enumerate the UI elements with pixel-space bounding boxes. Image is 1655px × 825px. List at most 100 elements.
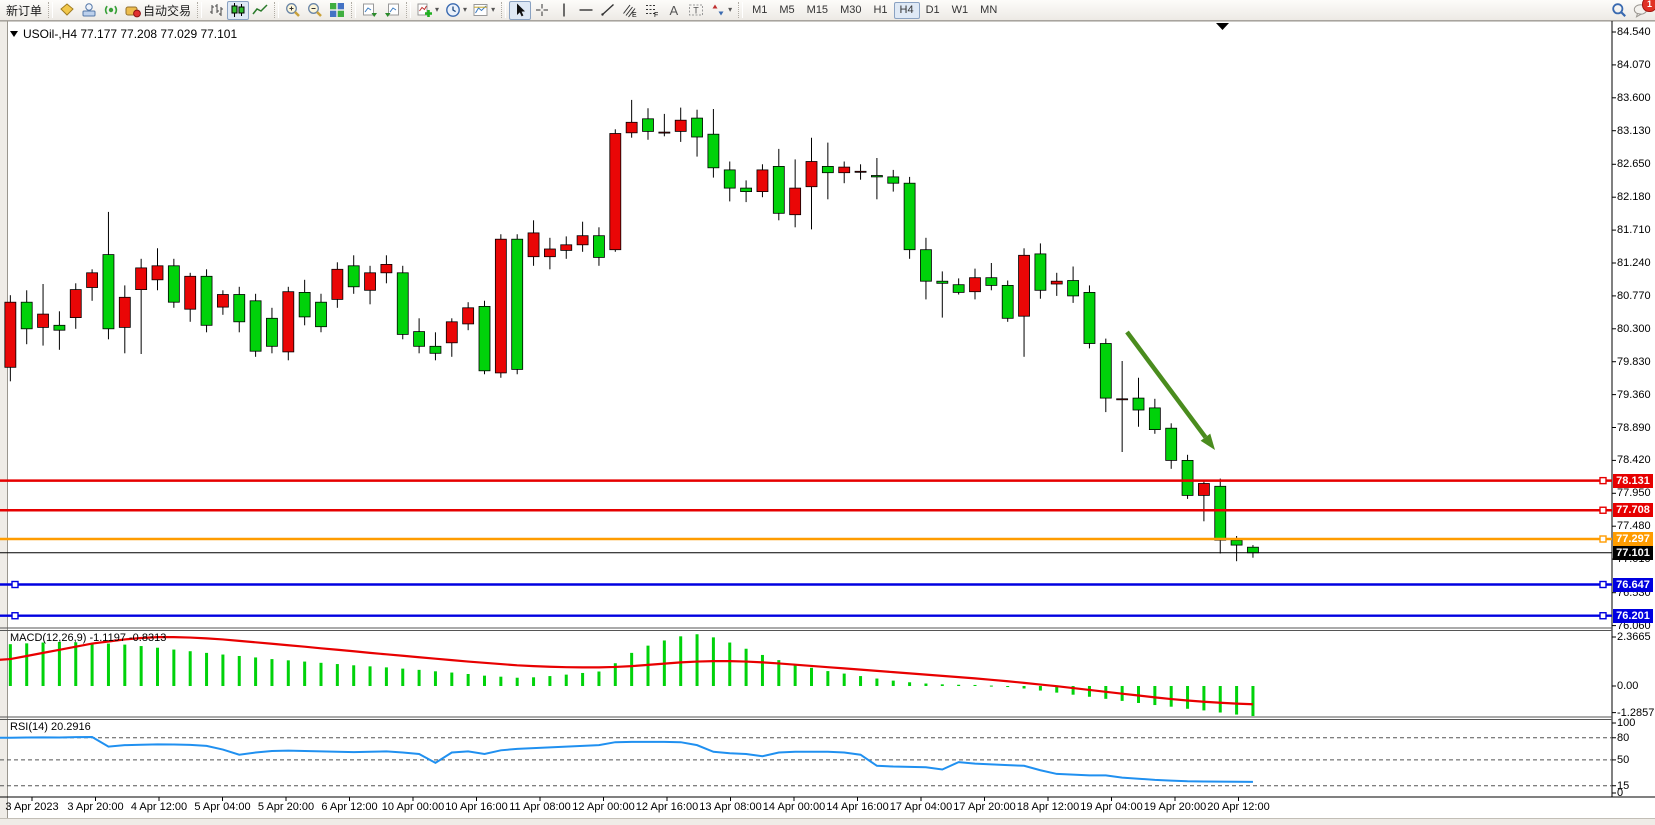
toolbar-separator xyxy=(406,2,411,18)
svg-text:F: F xyxy=(654,12,658,18)
bar-chart-button[interactable] xyxy=(205,1,227,20)
hline-price-box: 77.708 xyxy=(1613,503,1653,517)
template-icon xyxy=(473,2,489,18)
time-tick-label: 17 Apr 04:00 xyxy=(890,801,952,813)
search-button[interactable] xyxy=(1608,1,1630,20)
trendline-button[interactable] xyxy=(597,1,619,20)
new-order-button[interactable]: 新订单 xyxy=(3,1,45,20)
cursor-icon xyxy=(512,2,528,18)
time-tick-label: 17 Apr 20:00 xyxy=(953,801,1015,813)
data-window-button[interactable] xyxy=(78,1,100,20)
horizontal-line-icon xyxy=(578,2,594,18)
profile-prev-button[interactable] xyxy=(381,1,403,20)
time-tick-label: 4 Apr 12:00 xyxy=(131,801,187,813)
toolbar-right-group: 1 xyxy=(1608,1,1652,20)
market-watch-button[interactable] xyxy=(56,1,78,20)
candlestick-button[interactable] xyxy=(227,1,249,20)
tf-m15-button[interactable]: M15 xyxy=(801,2,834,19)
price-tick-label: 83.130 xyxy=(1617,125,1651,137)
tf-d1-label: D1 xyxy=(926,4,940,16)
tf-h1-button[interactable]: H1 xyxy=(867,2,893,19)
market-watch-icon xyxy=(59,2,75,18)
autotrading-label: 自动交易 xyxy=(143,2,191,19)
tf-m1-button[interactable]: M1 xyxy=(746,2,773,19)
hline-handle xyxy=(1600,613,1606,619)
toolbar-separator xyxy=(48,2,53,18)
crosshair-button[interactable] xyxy=(531,1,553,20)
price-tick-label: 77.950 xyxy=(1617,487,1651,499)
candlestick-icon xyxy=(230,2,246,18)
fibonacci-button[interactable]: F xyxy=(641,1,663,20)
tf-m15-label: M15 xyxy=(807,4,828,16)
hline-handle xyxy=(1600,478,1606,484)
toolbar-separator xyxy=(197,2,202,18)
hline-price-box: 78.131 xyxy=(1613,474,1653,488)
horizontal-line-objects[interactable] xyxy=(0,478,1612,619)
autotrading-button[interactable]: 自动交易 xyxy=(122,1,194,20)
chart-canvas[interactable] xyxy=(0,0,1655,825)
fibonacci-icon: F xyxy=(644,2,660,18)
zoom-out-button[interactable] xyxy=(304,1,326,20)
rsi-indicator-label: RSI(14) 20.2916 xyxy=(10,721,91,733)
tf-w1-label: W1 xyxy=(952,4,969,16)
toolbar-separator xyxy=(351,2,356,18)
chart-collapse-icon[interactable] xyxy=(10,31,18,37)
tf-m5-button[interactable]: M5 xyxy=(773,2,800,19)
add-indicator-icon xyxy=(417,2,433,18)
add-indicator-button[interactable]: ▾ xyxy=(414,1,442,20)
svg-text:A: A xyxy=(670,3,679,18)
text-label-button[interactable]: T xyxy=(685,1,707,20)
toolbar-separator xyxy=(501,2,506,18)
signals-button[interactable] xyxy=(100,1,122,20)
price-tick-label: 81.710 xyxy=(1617,224,1651,236)
mt4-window: 新订单自动交易▾▾▾EFAT▾M1M5M15M30H1H4D1W1MN1 USO… xyxy=(0,0,1655,825)
tf-h4-button[interactable]: H4 xyxy=(894,2,920,19)
arrows-dropdown-arrow-icon[interactable]: ▾ xyxy=(728,6,732,14)
price-tick-label: 80.300 xyxy=(1617,323,1651,335)
chat-button-wrap[interactable]: 1 xyxy=(1630,1,1652,20)
toolbar-separator xyxy=(738,2,743,18)
channel-button[interactable]: E xyxy=(619,1,641,20)
template-dropdown-arrow-icon[interactable]: ▾ xyxy=(491,6,495,14)
svg-text:E: E xyxy=(632,12,637,18)
horizontal-line-button[interactable] xyxy=(575,1,597,20)
macd-tick-label: 0.00 xyxy=(1617,680,1638,692)
tf-d1-button[interactable]: D1 xyxy=(920,2,946,19)
tile-windows-button[interactable] xyxy=(326,1,348,20)
zoom-in-button[interactable] xyxy=(282,1,304,20)
rsi-tick-label: 50 xyxy=(1617,754,1629,766)
time-tick-label: 20 Apr 12:00 xyxy=(1207,801,1269,813)
macd-histogram xyxy=(0,634,1254,716)
time-tick-label: 3 Apr 20:00 xyxy=(67,801,123,813)
template-button[interactable]: ▾ xyxy=(470,1,498,20)
time-tick-label: 10 Apr 00:00 xyxy=(382,801,444,813)
vertical-line-button[interactable] xyxy=(553,1,575,20)
hline-handle xyxy=(12,613,18,619)
macd-tick-label: 2.3665 xyxy=(1617,631,1651,643)
tf-w1-button[interactable]: W1 xyxy=(946,2,975,19)
tf-mn-button[interactable]: MN xyxy=(974,2,1003,19)
tf-m30-button[interactable]: M30 xyxy=(834,2,867,19)
price-tick-label: 82.180 xyxy=(1617,191,1651,203)
toolbar: 新订单 自动交易 ▾ ▾ ▾ E F AT ▾ M1 M5 M15 M30H1H4 D1 W1 MN 1 xyxy=(0,0,1655,21)
tf-mn-label: MN xyxy=(980,4,997,16)
time-tick-label: 14 Apr 00:00 xyxy=(763,801,825,813)
text-button[interactable]: A xyxy=(663,1,685,20)
line-chart-icon xyxy=(252,2,268,18)
new-order-label: 新订单 xyxy=(6,2,42,19)
profile-next-button[interactable] xyxy=(359,1,381,20)
cursor-button[interactable] xyxy=(509,1,531,20)
search-icon xyxy=(1611,2,1627,18)
zoom-out-icon xyxy=(307,2,323,18)
tf-m1-label: M1 xyxy=(752,4,767,16)
arrows-button[interactable]: ▾ xyxy=(707,1,735,20)
add-indicator-dropdown-arrow-icon[interactable]: ▾ xyxy=(435,6,439,14)
period-dropdown-arrow-icon[interactable]: ▾ xyxy=(463,6,467,14)
line-chart-button[interactable] xyxy=(249,1,271,20)
time-tick-label: 12 Apr 00:00 xyxy=(572,801,634,813)
arrows-icon xyxy=(710,2,726,18)
time-tick-label: 5 Apr 20:00 xyxy=(258,801,314,813)
time-tick-label: 14 Apr 16:00 xyxy=(826,801,888,813)
period-button[interactable]: ▾ xyxy=(442,1,470,20)
time-tick-label: 3 Apr 2023 xyxy=(5,801,58,813)
